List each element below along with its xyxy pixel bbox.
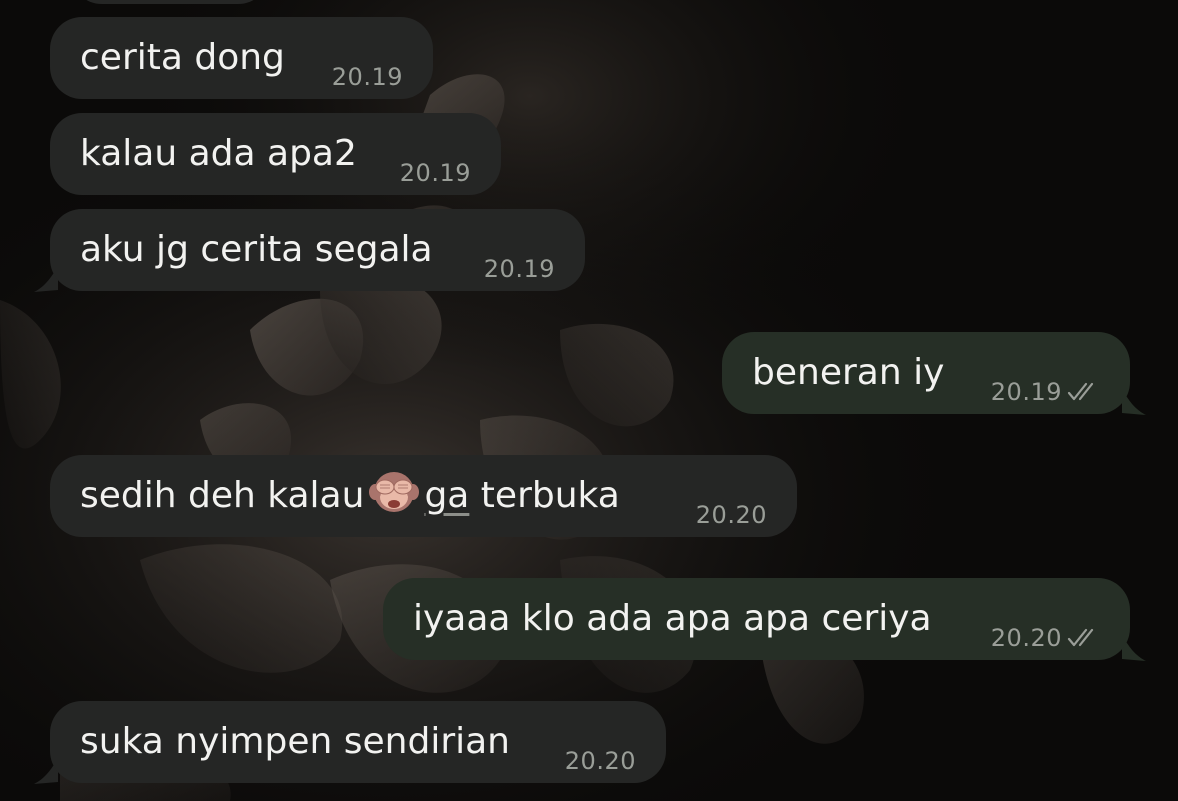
double-check-icon: [1067, 382, 1094, 401]
message-text: suka nyimpen sendirian: [80, 721, 510, 762]
message-text: beneran iy: [752, 352, 945, 393]
timestamp-text: 20.20: [990, 624, 1062, 652]
message-text: sedih deh kalau ga terbuka: [80, 455, 620, 537]
message-bubble-incoming[interactable]: aku jg cerita segala 20.19: [50, 209, 585, 291]
message-text: aku jg cerita segala: [80, 229, 433, 270]
timestamp-text: 20.20: [695, 501, 767, 529]
timestamp-text: 20.20: [564, 747, 636, 775]
message-timestamp: 20.19: [484, 255, 555, 283]
message-timestamp: 20.20: [696, 501, 767, 529]
chat-view[interactable]: cerita dong 20.19 kalau ada apa2 20.19 a…: [0, 0, 1178, 801]
message-text: cerita dong: [80, 37, 285, 78]
message-text-part: terbuka: [469, 475, 620, 516]
message-bubble-outgoing[interactable]: iyaaa klo ada apa apa ceriya 20.20: [383, 578, 1130, 660]
message-bubble-incoming[interactable]: sedih deh kalau ga terbuka 20.20: [50, 455, 797, 537]
message-bubble-incoming[interactable]: cerita dong 20.19: [50, 17, 433, 99]
timestamp-text: 20.19: [331, 63, 403, 91]
message-link-text[interactable]: ga: [424, 475, 469, 516]
message-text-part: sedih deh kalau: [80, 475, 365, 516]
timestamp-text: 20.19: [483, 255, 555, 283]
message-timestamp: 20.20: [565, 747, 636, 775]
message-timestamp: 20.19: [991, 378, 1102, 406]
timestamp-text: 20.19: [399, 159, 471, 187]
message-text: kalau ada apa2: [80, 133, 357, 174]
message-timestamp: 20.19: [332, 63, 403, 91]
message-timestamp: 20.19: [400, 159, 471, 187]
message-text: iyaaa klo ada apa apa ceriya: [413, 598, 932, 639]
message-bubble-incoming[interactable]: suka nyimpen sendirian 20.20: [50, 701, 666, 783]
timestamp-text: 20.19: [990, 378, 1062, 406]
message-bubble-outgoing[interactable]: beneran iy 20.19: [722, 332, 1130, 414]
message-bubble-incoming[interactable]: kalau ada apa2 20.19: [50, 113, 501, 195]
message-timestamp: 20.20: [991, 624, 1102, 652]
see-no-evil-monkey-emoji: [369, 472, 420, 512]
message-bubble-partial[interactable]: [70, 0, 270, 4]
double-check-icon: [1067, 628, 1094, 647]
